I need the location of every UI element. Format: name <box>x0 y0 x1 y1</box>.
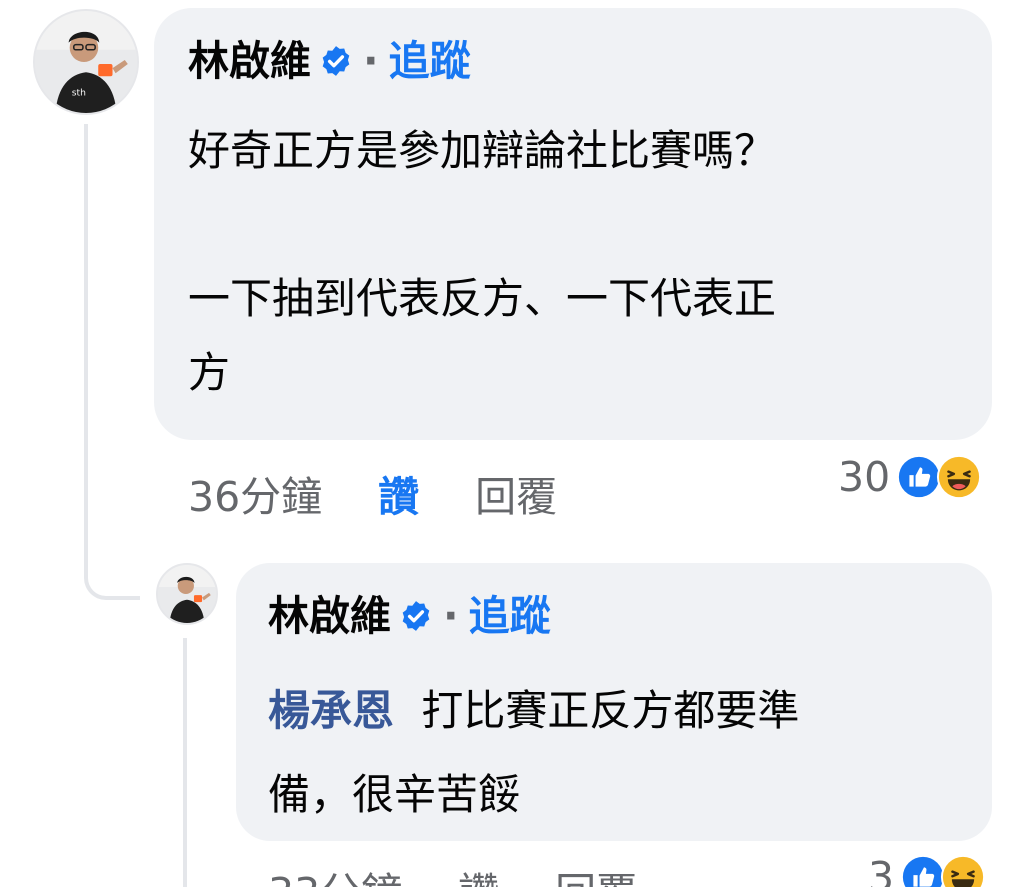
separator-dot: · <box>443 592 459 640</box>
reply-bubble: 林啟維 · 追蹤 楊承恩 打比賽正反方都要準 備，很辛苦餒 <box>236 563 992 841</box>
thread-line-branch <box>84 560 140 600</box>
avatar-photo-icon: sth <box>35 11 137 113</box>
avatar-photo-icon <box>158 565 216 623</box>
comment-bubble: 林啟維 · 追蹤 好奇正方是參加辯論社比賽嗎？ 一下抽到代表反方、一下代表正 方 <box>154 8 992 440</box>
follow-button[interactable]: 追蹤 <box>469 591 551 641</box>
reply-text-line: 楊承恩 打比賽正反方都要準 <box>268 669 799 753</box>
comment-actions: 36分鐘 讚 回覆 <box>188 470 557 524</box>
verified-badge-icon <box>319 44 353 78</box>
haha-reaction-icon <box>937 454 982 500</box>
comment-thread: sth 林啟維 · 追蹤 好奇正方是參加辯論社比賽嗎？ 一下抽到代表反方、一下代… <box>0 0 1024 887</box>
author-name[interactable]: 林啟維 <box>188 36 311 86</box>
like-button[interactable]: 讚 <box>458 866 499 887</box>
reply-text-line: 備，很辛苦餒 <box>268 770 521 819</box>
follow-button[interactable]: 追蹤 <box>389 36 471 86</box>
reply-button[interactable]: 回覆 <box>475 470 557 524</box>
avatar[interactable]: sth <box>33 9 139 115</box>
thread-line-main <box>84 124 88 574</box>
comment-text-line <box>188 188 776 262</box>
author-name[interactable]: 林啟維 <box>268 591 391 641</box>
reply-text: 打比賽正反方都要準 <box>421 686 800 735</box>
reply-button[interactable]: 回覆 <box>555 866 637 887</box>
reaction-count: 30 <box>838 453 891 501</box>
mention-link[interactable]: 楊承恩 <box>268 686 394 735</box>
reaction-count: 3 <box>868 853 895 887</box>
reply-actions: 33分鐘 讚 回覆 <box>268 866 637 887</box>
haha-reaction-icon <box>941 854 986 887</box>
reply-body: 楊承恩 打比賽正反方都要準 備，很辛苦餒 <box>268 669 799 837</box>
reaction-summary[interactable]: 30 <box>838 450 982 504</box>
comment-header: 林啟維 · 追蹤 <box>188 36 471 86</box>
reply-header: 林啟維 · 追蹤 <box>268 591 551 641</box>
svg-text:sth: sth <box>72 88 86 99</box>
comment-timestamp[interactable]: 36分鐘 <box>188 470 322 524</box>
separator-dot: · <box>363 37 379 85</box>
reply-reaction-summary[interactable]: 3 <box>868 850 986 887</box>
reply-avatar[interactable] <box>156 563 218 625</box>
comment-text-line: 好奇正方是參加辯論社比賽嗎？ <box>188 126 777 175</box>
comment-text-line: 一下抽到代表反方、一下代表正 <box>188 274 777 323</box>
comment-text-line: 方 <box>188 348 231 397</box>
thread-line-reply <box>183 638 187 887</box>
comment-body: 好奇正方是參加辯論社比賽嗎？ 一下抽到代表反方、一下代表正 方 <box>188 114 776 410</box>
verified-badge-icon <box>399 599 433 633</box>
reply-timestamp[interactable]: 33分鐘 <box>268 866 402 887</box>
like-button[interactable]: 讚 <box>378 470 419 524</box>
